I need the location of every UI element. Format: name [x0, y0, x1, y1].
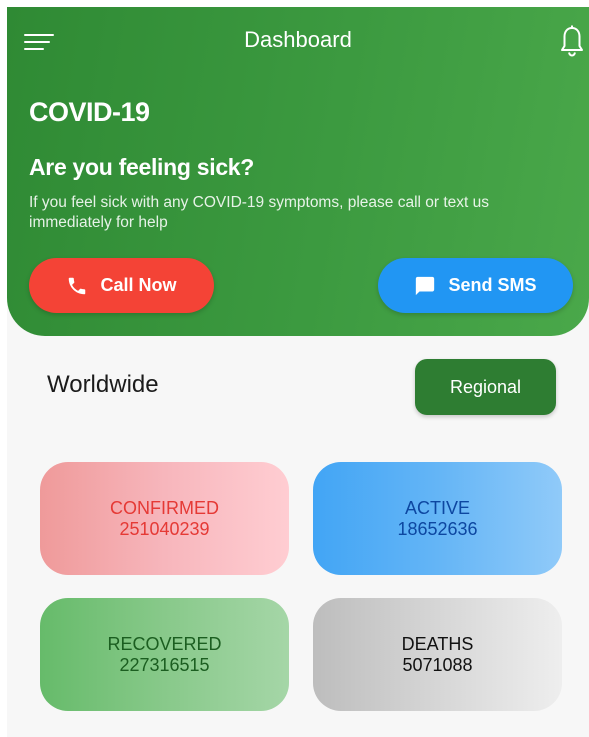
sick-question: Are you feeling sick?: [29, 154, 255, 180]
confirmed-label: CONFIRMED: [110, 497, 219, 518]
app-screen: Dashboard COVID-19 Are you feeling sick?…: [7, 7, 589, 737]
deaths-value: 5071088: [402, 654, 473, 675]
bell-icon[interactable]: [560, 25, 584, 57]
sick-description: If you feel sick with any COVID-19 sympt…: [29, 194, 490, 231]
covid-heading: COVID-19: [29, 97, 150, 127]
recovered-card: RECOVERED 227316515: [40, 598, 289, 711]
recovered-label: RECOVERED: [107, 633, 222, 654]
send-sms-label: Send SMS: [448, 275, 537, 295]
header-panel: Dashboard COVID-19 Are you feeling sick?…: [7, 7, 589, 336]
regional-button[interactable]: Regional: [415, 359, 556, 415]
page-title: Dashboard: [244, 27, 352, 52]
call-now-label: Call Now: [100, 275, 177, 295]
confirmed-card: CONFIRMED 251040239: [40, 462, 289, 575]
active-card: ACTIVE 18652636: [313, 462, 562, 575]
deaths-label: DEATHS: [401, 633, 474, 654]
confirmed-value: 251040239: [119, 518, 210, 539]
send-sms-button[interactable]: Send SMS: [378, 258, 573, 313]
worldwide-label: Worldwide: [47, 371, 159, 398]
phone-icon: [69, 277, 86, 294]
message-icon: [416, 276, 435, 295]
recovered-value: 227316515: [119, 654, 210, 675]
deaths-card: DEATHS 5071088: [313, 598, 562, 711]
call-now-button[interactable]: Call Now: [29, 258, 214, 313]
active-value: 18652636: [397, 518, 478, 539]
active-label: ACTIVE: [404, 497, 470, 518]
